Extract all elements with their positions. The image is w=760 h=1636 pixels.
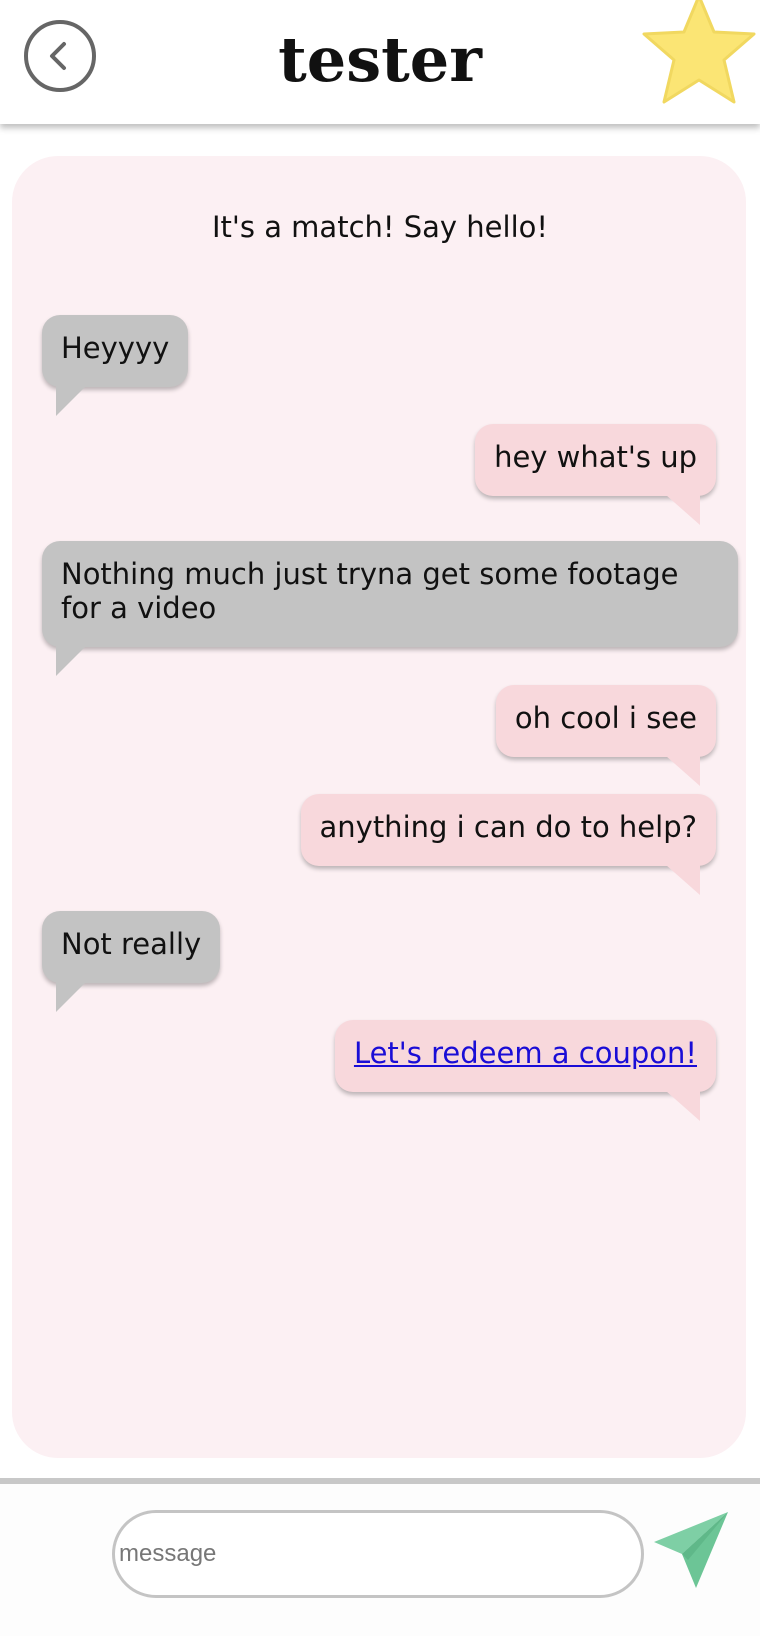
bubble-tail xyxy=(56,646,86,676)
send-paper-plane-icon xyxy=(654,1512,728,1588)
redeem-coupon-link[interactable]: Let's redeem a coupon! xyxy=(354,1036,697,1070)
message-bubble-sent: anything i can do to help? xyxy=(300,794,716,866)
bubble-tail xyxy=(666,495,700,525)
favorite-button[interactable] xyxy=(638,0,760,110)
message-text: hey what's up xyxy=(494,440,697,474)
bubble-tail xyxy=(666,756,700,786)
message-bubble-received: Heyyyy xyxy=(42,315,189,387)
bubble-tail xyxy=(666,1091,700,1121)
chat-header: tester xyxy=(0,0,760,124)
send-button[interactable] xyxy=(648,1508,736,1594)
message-bubble-received: Nothing much just tryna get some footage… xyxy=(42,541,738,647)
bubble-tail xyxy=(666,865,700,895)
bubble-tail xyxy=(56,982,86,1012)
message-text: anything i can do to help? xyxy=(319,810,698,844)
message-text: oh cool i see xyxy=(514,701,697,735)
match-note: It's a match! Say hello! xyxy=(211,210,549,244)
message-bubble-sent: Let's redeem a coupon! xyxy=(334,1020,716,1092)
message-text: Not really xyxy=(61,927,202,961)
message-input[interactable] xyxy=(112,1510,644,1598)
message-text: Heyyyy xyxy=(61,331,170,365)
bubble-tail xyxy=(56,386,86,416)
message-bubble-received: Not really xyxy=(42,911,221,983)
message-text: Nothing much just tryna get some footage… xyxy=(61,557,679,625)
star-icon xyxy=(642,0,756,104)
message-bubble-sent: oh cool i see xyxy=(495,685,716,757)
message-bubble-sent: hey what's up xyxy=(475,424,716,496)
